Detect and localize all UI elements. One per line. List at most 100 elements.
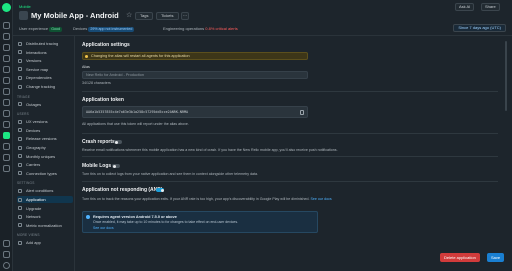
search-icon[interactable] <box>3 22 10 29</box>
tickets-button[interactable]: Tickets <box>156 12 179 20</box>
divider <box>82 91 498 92</box>
sidebar-item-distributed-tracing[interactable]: Distributed tracing <box>17 40 73 47</box>
sidebar-item-geography[interactable]: Geography <box>17 144 73 151</box>
application-token-field[interactable]: AA6a1b5357855c4e7a63e3b1a258c57295dd5cce… <box>82 106 308 118</box>
main-content: Application settings Changing the alias … <box>76 36 504 271</box>
alias-input[interactable]: New Relic for Android - Production <box>82 71 308 79</box>
sidebar-item-release-versions[interactable]: Release versions <box>17 135 73 142</box>
main-scrollbar[interactable] <box>504 36 508 246</box>
sidebar-item-label: Outages <box>26 101 42 107</box>
add-data-icon[interactable] <box>3 33 10 40</box>
sidebar-item-service-map[interactable]: Service map <box>17 66 73 73</box>
status-devices[interactable]: Devices 29% app not instrumented <box>73 26 135 32</box>
sidebar-group-heading: USERS <box>17 112 29 117</box>
favorite-star-icon[interactable]: ☆ <box>126 11 132 19</box>
trace-icon <box>18 41 22 46</box>
sidebar-item-connection-types[interactable]: Connection types <box>17 170 73 177</box>
section-title-token: Application token <box>82 97 124 103</box>
more-options-button[interactable]: ⋯ <box>181 12 189 20</box>
sidebar-item-label: Change tracking <box>26 84 56 89</box>
alias-char-count: 34/128 characters <box>82 81 111 85</box>
anr-toggle[interactable] <box>156 188 164 192</box>
sidebar-item-interactions[interactable]: Interactions <box>17 49 73 56</box>
device-icon <box>18 128 22 133</box>
sidebar-item-label: Carriers <box>26 162 41 168</box>
sidebar-item-devices[interactable]: Devices <box>17 127 73 134</box>
sidebar-item-network[interactable]: Network <box>17 213 73 220</box>
sidebar-group-heading: TRIAGE <box>17 94 31 99</box>
tags-button[interactable]: Tags <box>135 12 154 20</box>
agent-version-info-banner: Requires agent version Android 7.5.0 or … <box>82 211 318 233</box>
divider <box>82 181 498 182</box>
sidebar-item-label: Dependencies <box>26 75 52 81</box>
status-engineering[interactable]: Engineering operations 0.8% critical ale… <box>163 26 238 31</box>
uniques-icon <box>18 154 22 159</box>
sidebar-item-add-app[interactable]: Add app <box>17 239 73 246</box>
sidebar-item-metric-normalization[interactable]: Metric normalization <box>17 222 73 229</box>
sidebar-item-label: Distributed tracing <box>26 41 59 46</box>
infrastructure-icon[interactable] <box>3 110 10 117</box>
sidebar-item-application[interactable]: Application <box>17 196 73 203</box>
app-type-icon <box>19 11 28 20</box>
tags-label: Tags <box>140 13 149 18</box>
alerts-icon[interactable] <box>3 99 10 106</box>
sidebar-item-outages[interactable]: Outages <box>17 101 73 108</box>
logs-icon[interactable] <box>3 121 10 128</box>
carrier-icon <box>18 162 22 167</box>
dependency-icon <box>18 75 22 80</box>
copy-icon[interactable] <box>300 110 304 115</box>
warning-icon <box>85 54 88 58</box>
sidebar-item-versions[interactable]: Versions <box>17 57 73 64</box>
sidebar-item-alert-conditions[interactable]: Alert conditions <box>17 187 73 194</box>
save-label: Save <box>491 255 501 260</box>
mobile-logs-description: Turn this on to collect logs from your n… <box>82 172 259 176</box>
new-relic-logo[interactable] <box>2 3 11 12</box>
breadcrumb[interactable]: Mobile <box>19 4 31 9</box>
crash-reports-description: Receive email notifications whenever thi… <box>82 148 338 152</box>
info-docs-link[interactable]: See our docs <box>93 226 114 230</box>
apps-icon[interactable] <box>3 165 10 172</box>
crash-reports-toggle[interactable] <box>114 140 122 144</box>
browser-icon[interactable] <box>3 77 10 84</box>
sidebar-item-carriers[interactable]: Carriers <box>17 161 73 168</box>
release-icon <box>18 136 22 141</box>
user-avatar-icon[interactable] <box>3 262 10 269</box>
sidebar-item-change-tracking[interactable]: Change tracking <box>17 83 73 90</box>
dashboards-icon[interactable] <box>3 88 10 95</box>
delete-application-button[interactable]: Delete application <box>440 253 480 262</box>
token-value: AA6a1b5357855c4e7a63e3b1a258c57295dd5cce… <box>86 110 189 114</box>
save-button[interactable]: Save <box>487 253 505 262</box>
sidebar-item-monthly-uniques[interactable]: Monthly uniques <box>17 153 73 160</box>
entities-icon[interactable] <box>3 55 10 62</box>
status-eng-label: Engineering operations <box>163 26 205 31</box>
mobile-logs-toggle[interactable] <box>112 164 120 168</box>
application-icon <box>18 197 22 202</box>
time-range-picker[interactable]: Since 7 days ago (UTC) <box>453 24 506 32</box>
sidebar-item-label: Interactions <box>26 49 47 55</box>
help-icon[interactable] <box>3 240 10 247</box>
sidebar-item-upgrade[interactable]: Upgrade <box>17 205 73 212</box>
more-icon: ⋯ <box>183 13 187 18</box>
sidebar-group-heading: MORE VIEWS <box>17 233 40 238</box>
mobile-icon[interactable] <box>3 132 10 139</box>
ask-ai-button[interactable]: Ask AI <box>455 3 475 11</box>
sidebar-item-label: Versions <box>26 58 42 64</box>
status-devices-label: Devices <box>73 26 88 31</box>
sidebar-item-dependencies[interactable]: Dependencies <box>17 74 73 81</box>
settings-icon[interactable] <box>3 251 10 258</box>
apm-icon[interactable] <box>3 66 10 73</box>
synthetics-icon[interactable] <box>3 143 10 150</box>
divider <box>82 156 498 157</box>
sidebar-item-ux-versions[interactable]: UX versions <box>17 118 73 125</box>
scrollbar-thumb[interactable] <box>505 41 507 111</box>
info-icon <box>86 215 90 219</box>
home-icon[interactable] <box>3 44 10 51</box>
query-icon[interactable] <box>3 154 10 161</box>
warning-text: Changing the alias will restart all agen… <box>91 54 190 58</box>
tickets-label: Tickets <box>161 13 174 18</box>
anr-docs-link[interactable]: See our docs <box>310 197 331 201</box>
section-title-mobile-logs: Mobile Logs <box>82 163 112 169</box>
upgrade-icon <box>18 206 22 211</box>
share-button[interactable]: Share <box>481 3 500 11</box>
status-user-experience[interactable]: User experience Good <box>19 26 63 32</box>
